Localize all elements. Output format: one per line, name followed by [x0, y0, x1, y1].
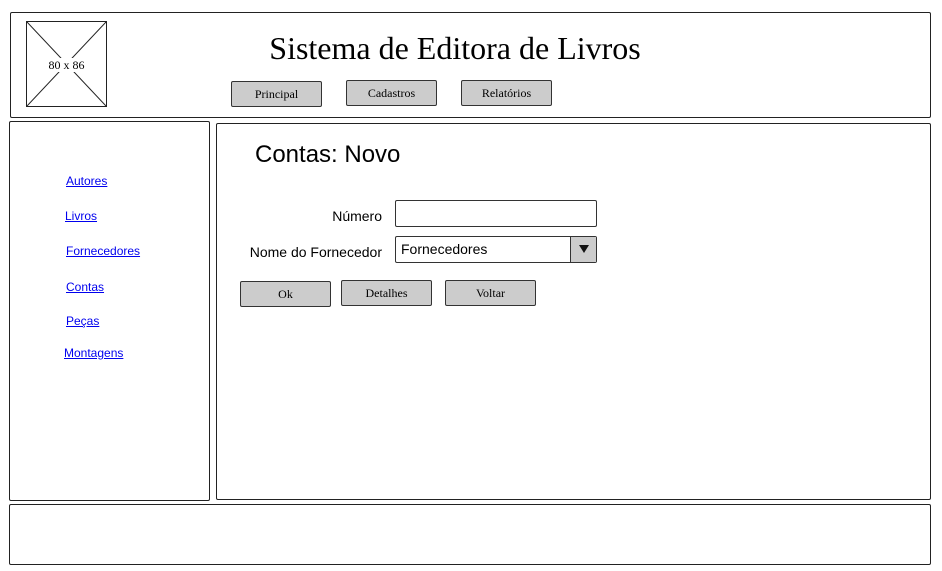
- sidebar-link-fornecedores[interactable]: Fornecedores: [66, 244, 140, 258]
- numero-label: Número: [332, 208, 382, 224]
- page-title: Contas: Novo: [255, 141, 401, 168]
- fornecedor-select[interactable]: Fornecedores: [395, 236, 597, 263]
- fornecedor-label: Nome do Fornecedor: [249, 244, 382, 260]
- triangle-down-icon: [579, 245, 589, 253]
- ok-button[interactable]: Ok: [240, 281, 331, 307]
- nav-cadastros-button[interactable]: Cadastros: [346, 80, 437, 106]
- main-content-panel: [216, 123, 931, 500]
- detalhes-button[interactable]: Detalhes: [341, 280, 432, 306]
- app-title: Sistema de Editora de Livros: [269, 30, 641, 66]
- voltar-button[interactable]: Voltar: [445, 280, 536, 306]
- sidebar-link-pecas[interactable]: Peças: [66, 314, 99, 328]
- sidebar-link-contas[interactable]: Contas: [66, 280, 104, 294]
- sidebar-link-autores[interactable]: Autores: [66, 174, 107, 188]
- numero-input[interactable]: [395, 200, 597, 227]
- sidebar: [9, 121, 210, 501]
- footer: [9, 504, 931, 565]
- nav-relatorios-button[interactable]: Relatórios: [461, 80, 552, 106]
- sidebar-link-montagens[interactable]: Montagens: [64, 346, 123, 360]
- fornecedor-select-value: Fornecedores: [401, 241, 488, 257]
- logo-placeholder-image: 80 x 86: [26, 21, 107, 107]
- sidebar-link-livros[interactable]: Livros: [65, 209, 97, 223]
- dropdown-arrow-button[interactable]: [570, 237, 596, 262]
- logo-placeholder-label: 80 x 86: [47, 58, 86, 72]
- nav-principal-button[interactable]: Principal: [231, 81, 322, 107]
